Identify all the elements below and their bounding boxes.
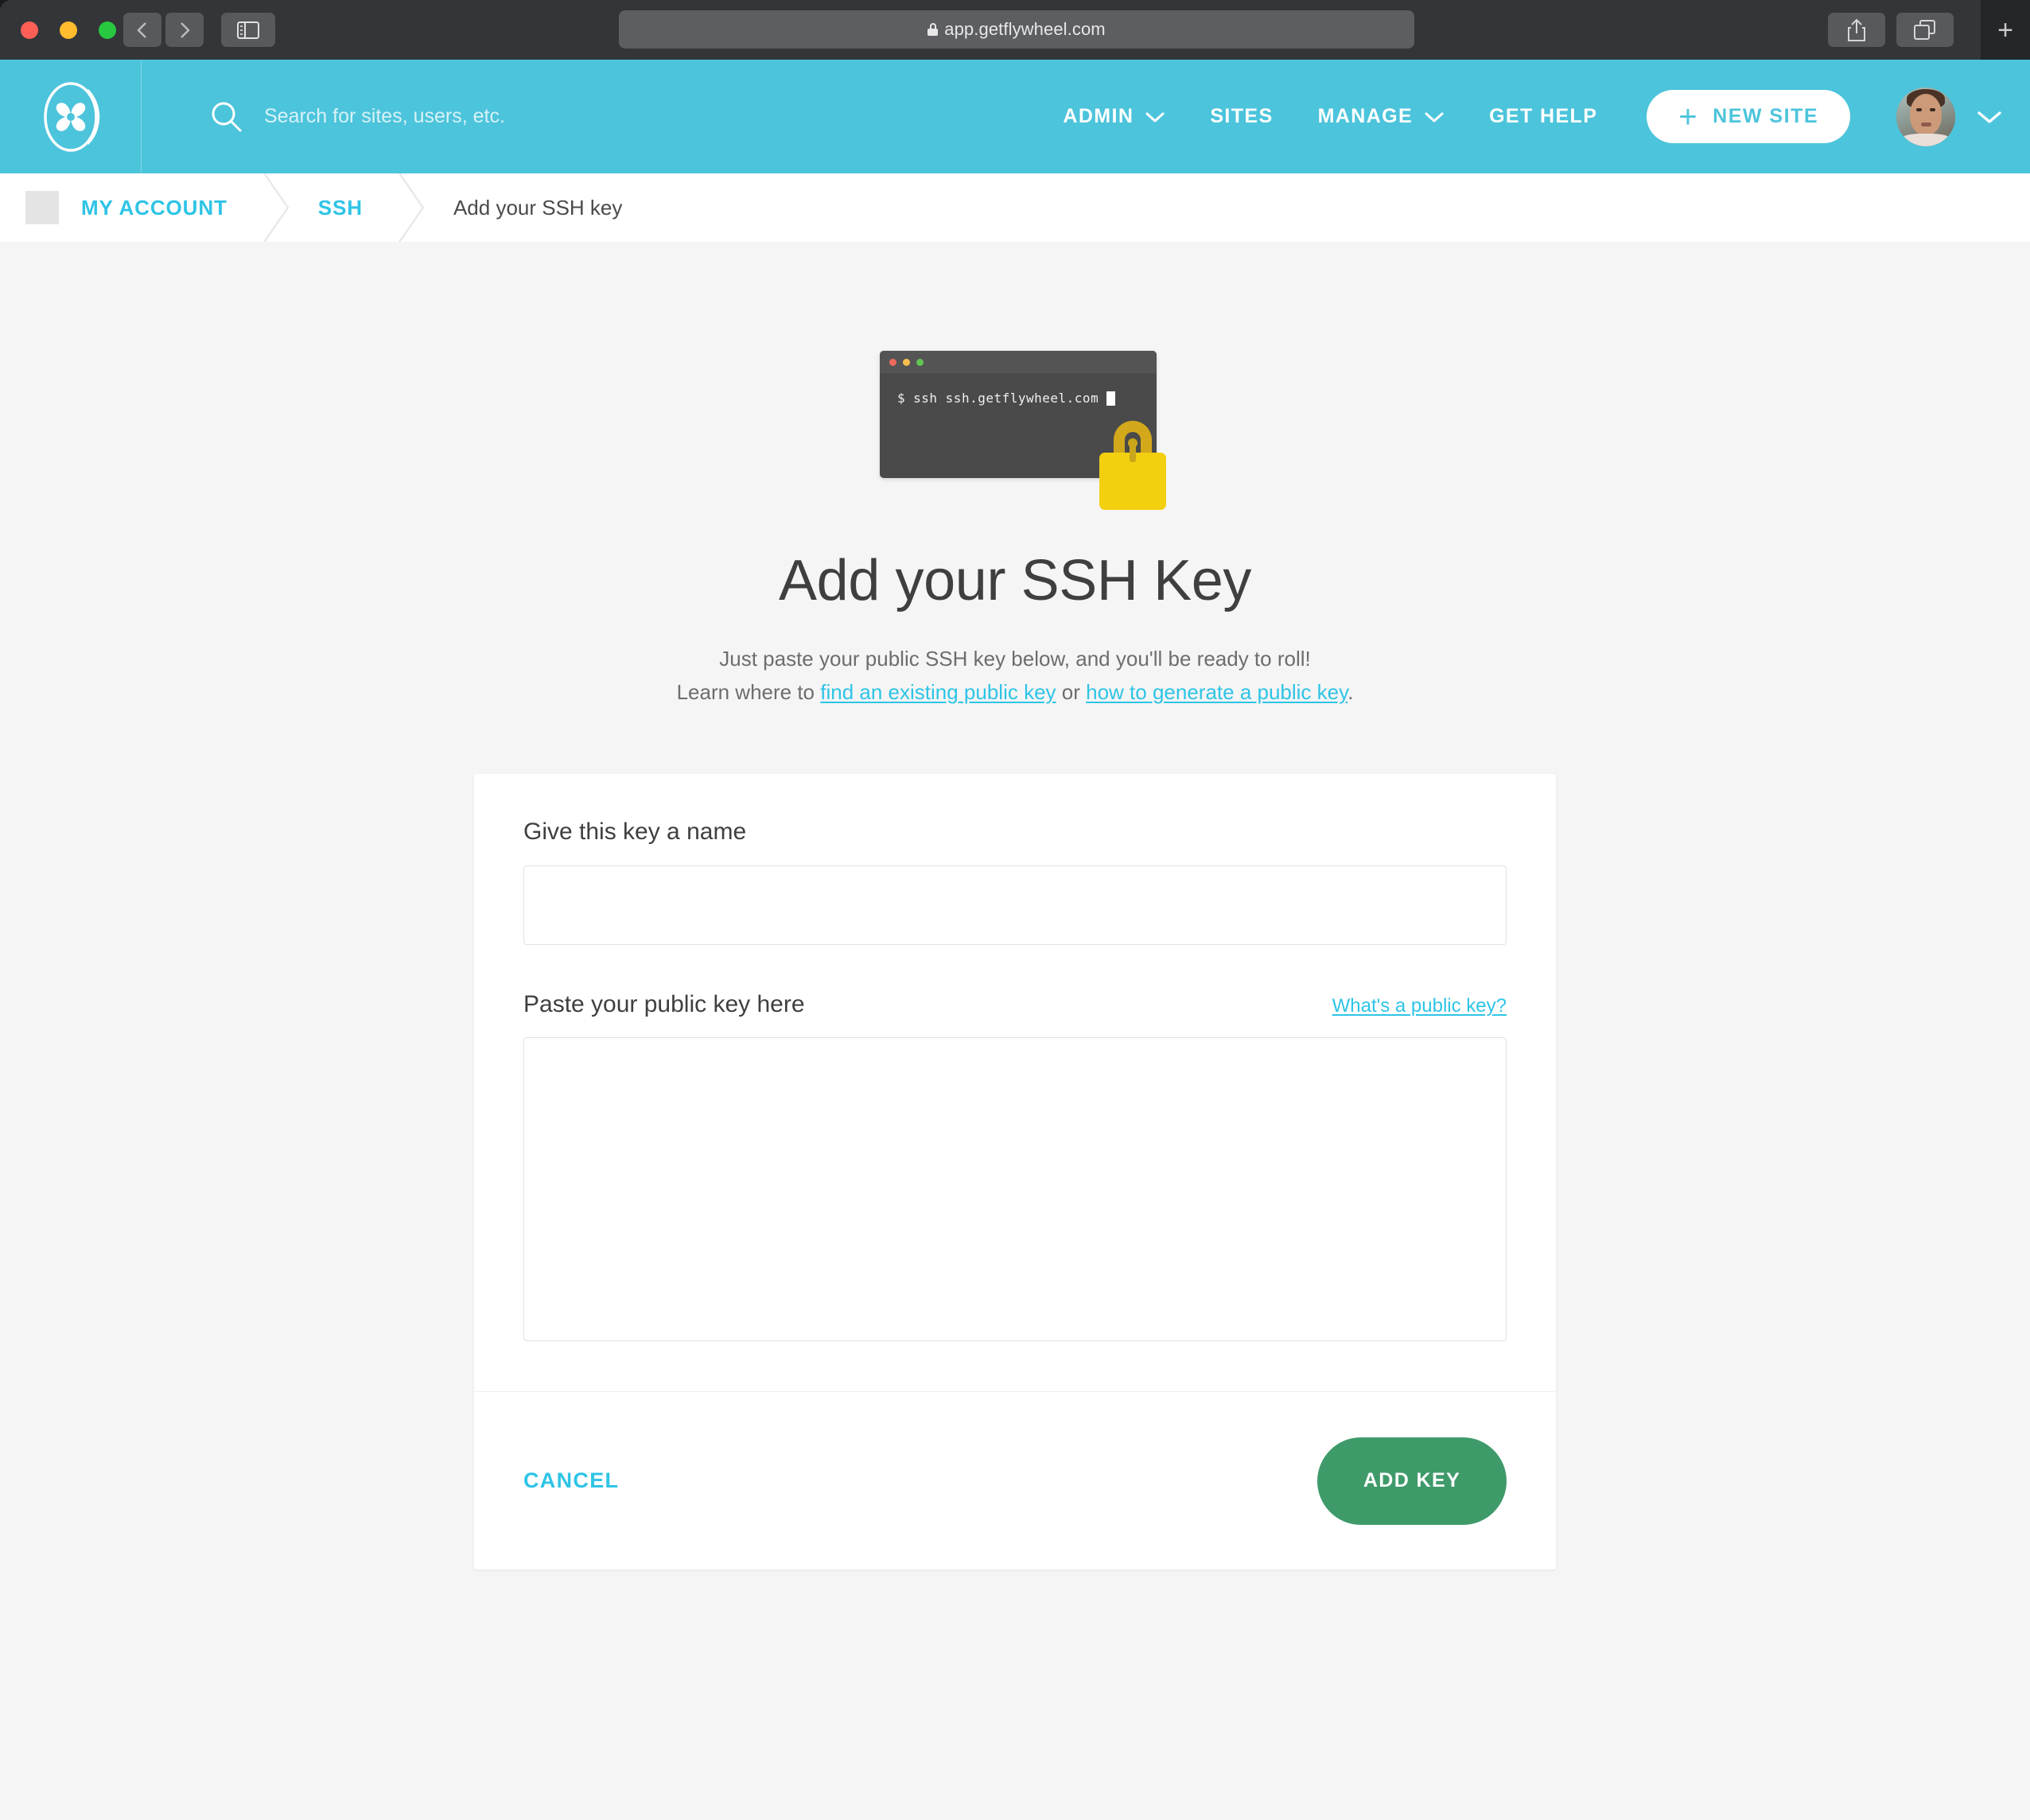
- breadcrumb-item-ssh[interactable]: SSH: [296, 173, 391, 242]
- generate-key-link[interactable]: how to generate a public key: [1086, 680, 1348, 704]
- breadcrumb-current-label: Add your SSH key: [453, 195, 623, 220]
- public-key-label: Paste your public key here: [523, 991, 805, 1018]
- nav-item-get-help[interactable]: GET HELP: [1467, 105, 1620, 128]
- key-name-label: Give this key a name: [523, 819, 747, 846]
- breadcrumb-link-label: SSH: [317, 195, 363, 220]
- terminal-body: $ ssh ssh.getflywheel.com: [880, 373, 1157, 406]
- card-body: Give this key a name Paste your public k…: [474, 774, 1556, 1391]
- flywheel-logo[interactable]: [0, 60, 142, 173]
- nav-item-get-help-label: GET HELP: [1489, 105, 1598, 127]
- breadcrumb-link-label: MY ACCOUNT: [81, 195, 228, 220]
- key-name-input[interactable]: [523, 865, 1507, 946]
- user-avatar[interactable]: [1896, 87, 1955, 146]
- terminal-titlebar: [880, 351, 1157, 373]
- tab-overview-button[interactable]: [1896, 13, 1954, 47]
- forward-button[interactable]: [165, 13, 204, 47]
- new-site-button[interactable]: + NEW SITE: [1647, 90, 1850, 143]
- back-button[interactable]: [123, 13, 161, 47]
- app-header: Search for sites, users, etc. ADMIN SITE…: [0, 60, 2030, 173]
- new-site-label: NEW SITE: [1713, 105, 1818, 127]
- main-content: $ ssh ssh.getflywheel.com Add your SSH K…: [0, 351, 2030, 1570]
- subtitle-suffix: .: [1348, 680, 1354, 705]
- terminal-maximize-dot: [916, 358, 924, 366]
- public-key-label-row: Paste your public key here What's a publ…: [523, 991, 1507, 1018]
- page-root: Search for sites, users, etc. ADMIN SITE…: [0, 60, 2030, 1820]
- breadcrumb-item-my-account[interactable]: MY ACCOUNT: [59, 173, 256, 242]
- key-name-field-group: Give this key a name: [523, 819, 1507, 946]
- secure-lock-icon: [928, 23, 939, 36]
- window-controls[interactable]: [21, 21, 116, 39]
- terminal-cursor: [1106, 391, 1116, 406]
- tab-overview-icon: [1914, 19, 1935, 40]
- new-tab-button[interactable]: +: [1981, 0, 2030, 60]
- chevron-down-icon: [1425, 112, 1444, 122]
- breadcrumb-item-current: Add your SSH key: [431, 173, 651, 242]
- subtitle-line-1: Just paste your public SSH key below, an…: [719, 647, 1311, 671]
- close-window-button[interactable]: [21, 21, 38, 39]
- breadcrumb-separator: [256, 173, 296, 242]
- page-title: Add your SSH Key: [779, 549, 1251, 612]
- address-bar-url: app.getflywheel.com: [944, 19, 1106, 39]
- user-menu[interactable]: [1850, 87, 2030, 146]
- subtitle-line-2: Learn where to find an existing public k…: [0, 675, 2030, 709]
- share-button[interactable]: [1828, 13, 1885, 47]
- page-subtitle: Just paste your public SSH key below, an…: [0, 642, 2030, 709]
- terminal-close-dot: [889, 358, 896, 366]
- flywheel-logo-icon: [43, 81, 99, 152]
- search-icon: [212, 102, 242, 131]
- ssh-illustration: $ ssh ssh.getflywheel.com: [864, 351, 1166, 510]
- chevron-left-icon: [137, 21, 146, 38]
- breadcrumb: MY ACCOUNT SSH Add your SSH key: [0, 173, 2030, 242]
- browser-nav-buttons[interactable]: [123, 13, 204, 47]
- nav-item-manage[interactable]: MANAGE: [1296, 105, 1468, 128]
- terminal-minimize-dot: [903, 358, 910, 366]
- search-input-placeholder[interactable]: Search for sites, users, etc.: [264, 105, 505, 128]
- terminal-prompt: $: [897, 391, 906, 406]
- whats-a-public-key-link[interactable]: What's a public key?: [1332, 995, 1507, 1017]
- chevron-right-icon: [181, 21, 190, 38]
- nav-item-admin-label: ADMIN: [1063, 105, 1134, 127]
- terminal-command: ssh ssh.getflywheel.com: [913, 391, 1099, 406]
- public-key-textarea[interactable]: [523, 1037, 1507, 1342]
- share-icon: [1848, 18, 1865, 41]
- public-key-field-group: Paste your public key here What's a publ…: [523, 991, 1507, 1345]
- breadcrumb-home-icon[interactable]: [25, 191, 59, 224]
- nav-item-sites[interactable]: SITES: [1188, 105, 1295, 128]
- sidebar-toggle-button[interactable]: [221, 13, 275, 47]
- add-ssh-key-card: Give this key a name Paste your public k…: [474, 774, 1556, 1570]
- card-footer: CANCEL ADD KEY: [474, 1391, 1556, 1569]
- chevron-down-icon[interactable]: [1976, 109, 2003, 125]
- browser-action-buttons[interactable]: [1828, 13, 1954, 47]
- padlock-icon: [1099, 421, 1166, 510]
- find-existing-key-link[interactable]: find an existing public key: [820, 680, 1056, 704]
- nav-item-manage-label: MANAGE: [1317, 105, 1414, 127]
- primary-nav: ADMIN SITES MANAGE GET HELP + NEW SITE: [1040, 90, 1850, 143]
- add-key-button[interactable]: ADD KEY: [1317, 1437, 1507, 1525]
- cancel-button[interactable]: CANCEL: [523, 1468, 619, 1493]
- address-bar[interactable]: app.getflywheel.com: [619, 10, 1414, 49]
- nav-item-sites-label: SITES: [1210, 105, 1274, 127]
- subtitle-mid: or: [1056, 680, 1087, 705]
- global-search[interactable]: Search for sites, users, etc.: [142, 100, 1040, 134]
- maximize-window-button[interactable]: [99, 21, 116, 39]
- nav-item-admin[interactable]: ADMIN: [1040, 105, 1188, 128]
- plus-icon: +: [1678, 99, 1699, 134]
- subtitle-prefix: Learn where to: [676, 680, 821, 705]
- browser-chrome: app.getflywheel.com +: [0, 0, 2030, 60]
- minimize-window-button[interactable]: [60, 21, 77, 39]
- breadcrumb-separator: [391, 173, 431, 242]
- sidebar-toggle-icon: [237, 21, 259, 39]
- chevron-down-icon: [1145, 112, 1165, 122]
- plus-icon: +: [1997, 14, 2013, 45]
